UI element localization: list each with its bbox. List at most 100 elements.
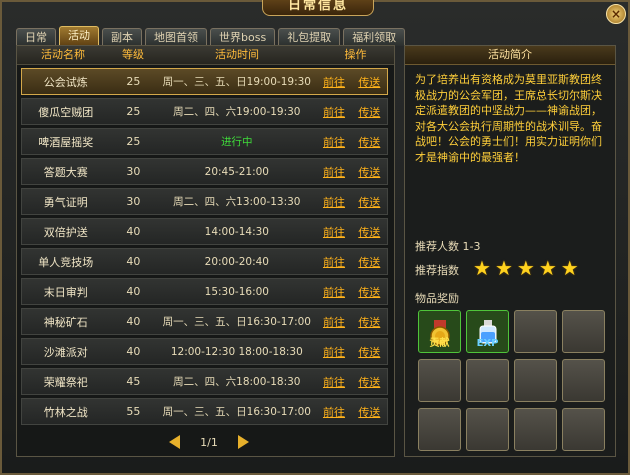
go-link[interactable]: 前往 bbox=[323, 224, 345, 240]
activity-time: 20:00-20:40 bbox=[204, 255, 269, 268]
go-link[interactable]: 前往 bbox=[323, 164, 345, 180]
reward-tag: 贡献 bbox=[429, 338, 450, 349]
activity-name: 勇气证明 bbox=[43, 195, 88, 209]
reward-grid: 贡献 EXP bbox=[418, 310, 605, 451]
activity-name: 竹林之战 bbox=[43, 405, 88, 419]
activity-level: 40 bbox=[126, 285, 141, 298]
header-ops: 操作 bbox=[344, 48, 367, 61]
teleport-link[interactable]: 传送 bbox=[358, 404, 380, 420]
go-link[interactable]: 前往 bbox=[323, 284, 345, 300]
go-link[interactable]: 前往 bbox=[323, 404, 345, 420]
empty-reward-slot bbox=[466, 359, 509, 402]
tab-0[interactable]: 日常 bbox=[16, 28, 56, 46]
next-page-icon[interactable] bbox=[237, 435, 249, 449]
table-row[interactable]: 傻瓜空贼团 25 周二、四、六19:00-19:30 前往 传送 bbox=[21, 98, 388, 125]
go-link[interactable]: 前往 bbox=[323, 344, 345, 360]
go-link[interactable]: 前往 bbox=[323, 254, 345, 270]
star-icon: ★ bbox=[560, 256, 579, 280]
table-row[interactable]: 答题大赛 30 20:45-21:00 前往 传送 bbox=[21, 158, 388, 185]
teleport-link[interactable]: 传送 bbox=[358, 224, 380, 240]
activity-name: 神秘矿石 bbox=[43, 315, 88, 329]
tab-bar: 日常 活动 副本 地图首领 世界boss 礼包提取 福利领取 bbox=[16, 26, 408, 46]
empty-reward-slot bbox=[418, 408, 461, 451]
teleport-link[interactable]: 传送 bbox=[358, 104, 380, 120]
activity-time: 周二、四、六19:00-19:30 bbox=[173, 106, 301, 118]
star-icon: ★ bbox=[516, 256, 535, 280]
recommended-players: 推荐人数 1-3 bbox=[415, 240, 481, 253]
tab-3[interactable]: 地图首领 bbox=[145, 28, 207, 46]
prev-page-icon[interactable] bbox=[169, 435, 180, 449]
table-row[interactable]: 神秘矿石 40 周一、三、五、日16:30-17:00 前往 传送 bbox=[21, 308, 388, 335]
activity-time: 14:00-14:30 bbox=[204, 225, 269, 238]
go-link[interactable]: 前往 bbox=[323, 374, 345, 390]
tab-1[interactable]: 活动 bbox=[59, 26, 99, 46]
activity-time: 周一、三、五、日19:00-19:30 bbox=[162, 76, 311, 88]
activity-level: 40 bbox=[126, 315, 141, 328]
activity-name: 答题大赛 bbox=[43, 165, 88, 179]
teleport-link[interactable]: 传送 bbox=[358, 344, 380, 360]
go-link[interactable]: 前往 bbox=[323, 74, 345, 90]
teleport-link[interactable]: 传送 bbox=[358, 314, 380, 330]
activity-name: 公会试炼 bbox=[43, 75, 88, 89]
activity-time: 15:30-16:00 bbox=[204, 285, 269, 298]
tab-6[interactable]: 福利领取 bbox=[343, 28, 406, 46]
close-button[interactable]: × bbox=[606, 4, 626, 24]
teleport-link[interactable]: 传送 bbox=[358, 284, 380, 300]
go-link[interactable]: 前往 bbox=[323, 104, 345, 120]
teleport-link[interactable]: 传送 bbox=[358, 254, 380, 270]
empty-reward-slot bbox=[562, 408, 605, 451]
table-row[interactable]: 双倍护送 40 14:00-14:30 前往 传送 bbox=[21, 218, 388, 245]
activity-time: 12:00-12:30 18:00-18:30 bbox=[170, 345, 303, 358]
star-icon: ★ bbox=[538, 256, 557, 280]
activity-name: 傻瓜空贼团 bbox=[38, 105, 94, 119]
activity-time: 20:45-21:00 bbox=[204, 165, 269, 178]
activity-description: 为了培养出有资格成为莫里亚斯教团终极战力的公会军团，王席总长切尔斯决定派遣教团的… bbox=[415, 73, 602, 164]
activity-name: 沙滩派对 bbox=[43, 345, 88, 359]
table-row[interactable]: 单人竞技场 40 20:00-20:40 前往 传送 bbox=[21, 248, 388, 275]
activity-name: 啤酒屋摇奖 bbox=[38, 135, 94, 149]
activity-level: 55 bbox=[126, 405, 141, 418]
empty-reward-slot bbox=[562, 310, 605, 353]
tab-5[interactable]: 礼包提取 bbox=[278, 28, 341, 46]
activity-time: 进行中 bbox=[221, 136, 253, 148]
table-row[interactable]: 竹林之战 55 周一、三、五、日16:30-17:00 前往 传送 bbox=[21, 398, 388, 425]
header-time: 活动时间 bbox=[215, 48, 259, 61]
activity-list-panel: 活动名称 等级 活动时间 操作 公会试炼 25 周一、三、五、日19:00-19:3… bbox=[16, 45, 395, 457]
activity-name: 末日审判 bbox=[43, 285, 88, 299]
exp-potion-icon[interactable]: EXP bbox=[466, 310, 509, 353]
contribution-medal-icon[interactable]: 贡献 bbox=[418, 310, 461, 353]
go-link[interactable]: 前往 bbox=[323, 134, 345, 150]
teleport-link[interactable]: 传送 bbox=[358, 374, 380, 390]
activity-level: 25 bbox=[126, 105, 141, 118]
tab-2[interactable]: 副本 bbox=[102, 28, 142, 46]
empty-reward-slot bbox=[514, 310, 557, 353]
activity-level: 40 bbox=[126, 225, 141, 238]
table-row[interactable]: 公会试炼 25 周一、三、五、日19:00-19:30 前往 传送 bbox=[21, 68, 388, 95]
activity-level: 25 bbox=[126, 75, 141, 88]
go-link[interactable]: 前往 bbox=[323, 194, 345, 210]
table-row[interactable]: 末日审判 40 15:30-16:00 前往 传送 bbox=[21, 278, 388, 305]
empty-reward-slot bbox=[418, 359, 461, 402]
table-row[interactable]: 勇气证明 30 周二、四、六13:00-13:30 前往 传送 bbox=[21, 188, 388, 215]
rewards-label: 物品奖励 bbox=[415, 292, 459, 305]
activity-name: 荣耀祭祀 bbox=[43, 375, 88, 389]
activity-level: 30 bbox=[126, 195, 141, 208]
table-row[interactable]: 啤酒屋摇奖 25 进行中 前往 传送 bbox=[21, 128, 388, 155]
activity-level: 25 bbox=[126, 135, 141, 148]
empty-reward-slot bbox=[466, 408, 509, 451]
rating-stars: ★ ★ ★ ★ ★ bbox=[473, 258, 583, 278]
go-link[interactable]: 前往 bbox=[323, 314, 345, 330]
tab-4[interactable]: 世界boss bbox=[210, 28, 276, 46]
table-row[interactable]: 荣耀祭祀 45 周二、四、六18:00-18:30 前往 传送 bbox=[21, 368, 388, 395]
teleport-link[interactable]: 传送 bbox=[358, 194, 380, 210]
star-icon: ★ bbox=[494, 256, 513, 280]
empty-reward-slot bbox=[514, 359, 557, 402]
teleport-link[interactable]: 传送 bbox=[358, 164, 380, 180]
teleport-link[interactable]: 传送 bbox=[358, 74, 380, 90]
table-row[interactable]: 沙滩派对 40 12:00-12:30 18:00-18:30 前往 传送 bbox=[21, 338, 388, 365]
empty-reward-slot bbox=[514, 408, 557, 451]
teleport-link[interactable]: 传送 bbox=[358, 134, 380, 150]
pager: 1/1 bbox=[169, 434, 249, 450]
list-header: 活动名称 等级 活动时间 操作 bbox=[17, 46, 394, 65]
activity-name: 单人竞技场 bbox=[38, 255, 94, 269]
